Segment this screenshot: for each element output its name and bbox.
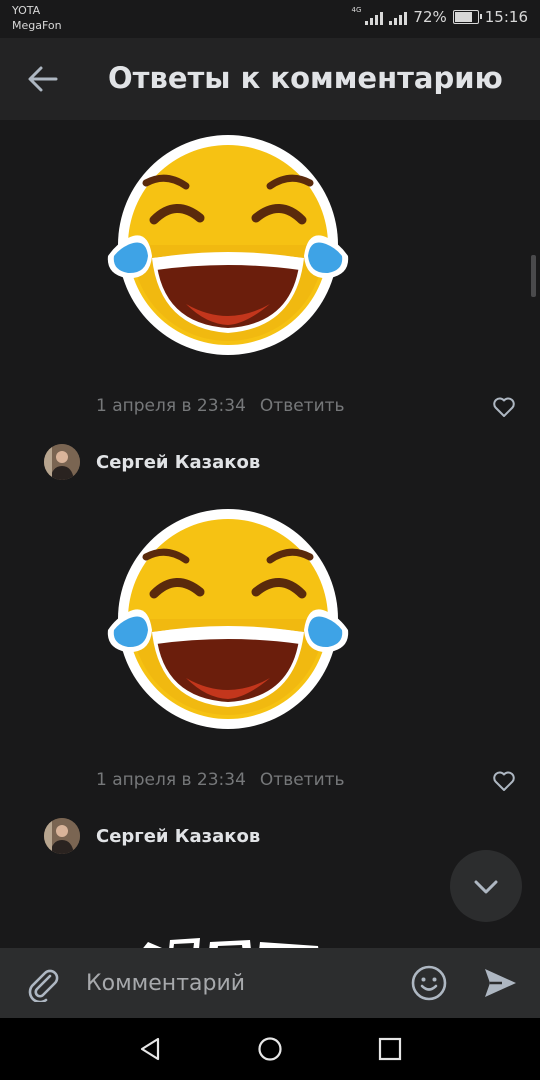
- paperclip-icon[interactable]: [24, 964, 62, 1004]
- signal-icon-2: [389, 9, 408, 25]
- carrier-1: YOTA: [12, 4, 41, 17]
- send-icon[interactable]: [482, 965, 518, 1001]
- sticker-laughing-tears: [96, 502, 360, 732]
- reply-link[interactable]: Ответить: [260, 396, 345, 416]
- chevron-down-icon: [474, 880, 498, 894]
- battery-icon: [452, 10, 482, 24]
- back-triangle-icon[interactable]: [137, 1036, 163, 1062]
- carrier-2: MegaFon: [12, 19, 62, 32]
- comment-meta: 1 апреля в 23:34 Ответить: [96, 770, 345, 790]
- recents-square-icon[interactable]: [377, 1036, 403, 1062]
- battery-percent: 72%: [413, 8, 447, 26]
- sticker-partial: [140, 930, 330, 948]
- top-bar: Ответы к комментарию: [0, 38, 540, 120]
- comment-input[interactable]: [86, 962, 386, 1004]
- arrow-left-icon[interactable]: [24, 60, 62, 98]
- avatar[interactable]: [44, 444, 80, 480]
- author-name[interactable]: Сергей Казаков: [96, 826, 260, 847]
- network-type: 4G: [351, 6, 362, 14]
- avatar[interactable]: [44, 818, 80, 854]
- system-nav-bar: [0, 1018, 540, 1080]
- home-circle-icon[interactable]: [257, 1036, 283, 1062]
- carriers: YOTA MegaFon: [12, 3, 62, 33]
- scroll-down-button[interactable]: [450, 850, 522, 922]
- sticker-laughing-tears: [96, 128, 360, 358]
- comment-date: 1 апреля в 23:34: [96, 396, 246, 416]
- scrollbar[interactable]: [531, 255, 536, 297]
- author-name[interactable]: Сергей Казаков: [96, 452, 260, 473]
- comment-author[interactable]: Сергей Казаков: [44, 444, 260, 480]
- comment-date: 1 апреля в 23:34: [96, 770, 246, 790]
- comment-composer: [0, 948, 540, 1018]
- comment-author[interactable]: Сергей Казаков: [44, 818, 260, 854]
- heart-outline-icon[interactable]: [492, 770, 516, 792]
- page-title: Ответы к комментарию: [108, 61, 503, 95]
- comment-meta: 1 апреля в 23:34 Ответить: [96, 396, 345, 416]
- signal-icon: [365, 9, 384, 25]
- smile-icon[interactable]: [410, 964, 448, 1002]
- comment-thread[interactable]: 1 апреля в 23:34 Ответить Сергей Казаков: [0, 120, 540, 948]
- clock: 15:16: [484, 8, 528, 26]
- heart-outline-icon[interactable]: [492, 396, 516, 418]
- reply-link[interactable]: Ответить: [260, 770, 345, 790]
- status-bar: YOTA MegaFon 4G 72% 15:16: [0, 0, 540, 38]
